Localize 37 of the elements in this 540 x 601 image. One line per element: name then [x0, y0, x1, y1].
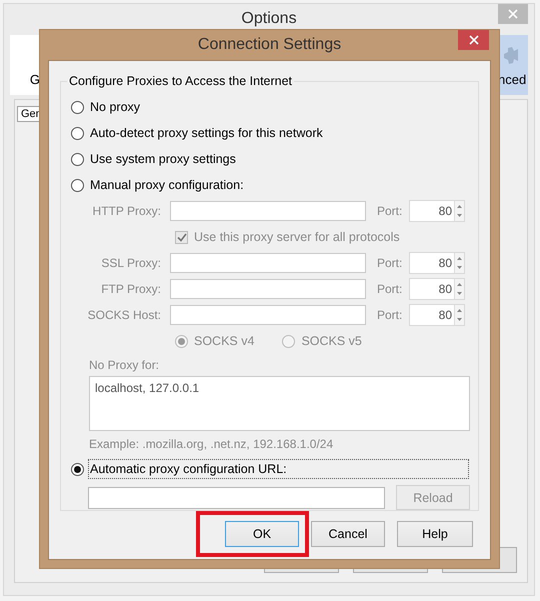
field-label: Port:: [377, 308, 404, 322]
group-title: Configure Proxies to Access the Internet: [67, 74, 294, 88]
close-button[interactable]: [498, 4, 528, 24]
close-icon: [508, 9, 518, 19]
radio-label[interactable]: Automatic proxy configuration URL:: [88, 459, 469, 479]
input-field[interactable]: [170, 253, 366, 273]
radio-button[interactable]: [71, 100, 84, 114]
radio-label[interactable]: Use system proxy settings: [90, 152, 236, 166]
url-field[interactable]: [88, 486, 385, 508]
field-label: Port:: [377, 256, 404, 270]
text-area[interactable]: localhost, 127.0.0.1: [89, 376, 470, 431]
field-label: SOCKS Host:: [86, 308, 161, 322]
radio-button[interactable]: [71, 152, 84, 166]
window-title: Options: [241, 10, 297, 28]
dialog-button[interactable]: Help: [397, 521, 473, 547]
field-label: Port:: [377, 282, 404, 296]
field-label: SSL Proxy:: [100, 256, 161, 270]
close-button[interactable]: [458, 30, 489, 50]
dialog-button[interactable]: Cancel: [311, 521, 385, 547]
radio-label[interactable]: No proxy: [90, 100, 140, 114]
dialog-button[interactable]: OK: [225, 521, 299, 547]
dialog-title: Connection Settings: [198, 36, 342, 54]
hint-text: Example: .mozilla.org, .net.nz, 192.168.1.0/24: [89, 437, 334, 451]
field-label: No Proxy for:: [89, 358, 160, 374]
input-field[interactable]: [170, 201, 366, 221]
field-label: Port:: [377, 204, 404, 218]
field-label: FTP Proxy:: [100, 282, 161, 296]
radio-label[interactable]: Auto-detect proxy settings for this network: [90, 126, 323, 140]
radio-label[interactable]: Manual proxy configuration:: [90, 178, 244, 192]
input-field[interactable]: [170, 279, 366, 299]
field-label: HTTP Proxy:: [92, 204, 161, 218]
preferences-tab[interactable]: G: [10, 35, 40, 95]
radio-button[interactable]: [71, 462, 84, 476]
close-icon: [468, 35, 478, 45]
input-field[interactable]: [170, 305, 366, 325]
radio-button[interactable]: [71, 178, 84, 192]
radio-button[interactable]: [71, 126, 84, 140]
